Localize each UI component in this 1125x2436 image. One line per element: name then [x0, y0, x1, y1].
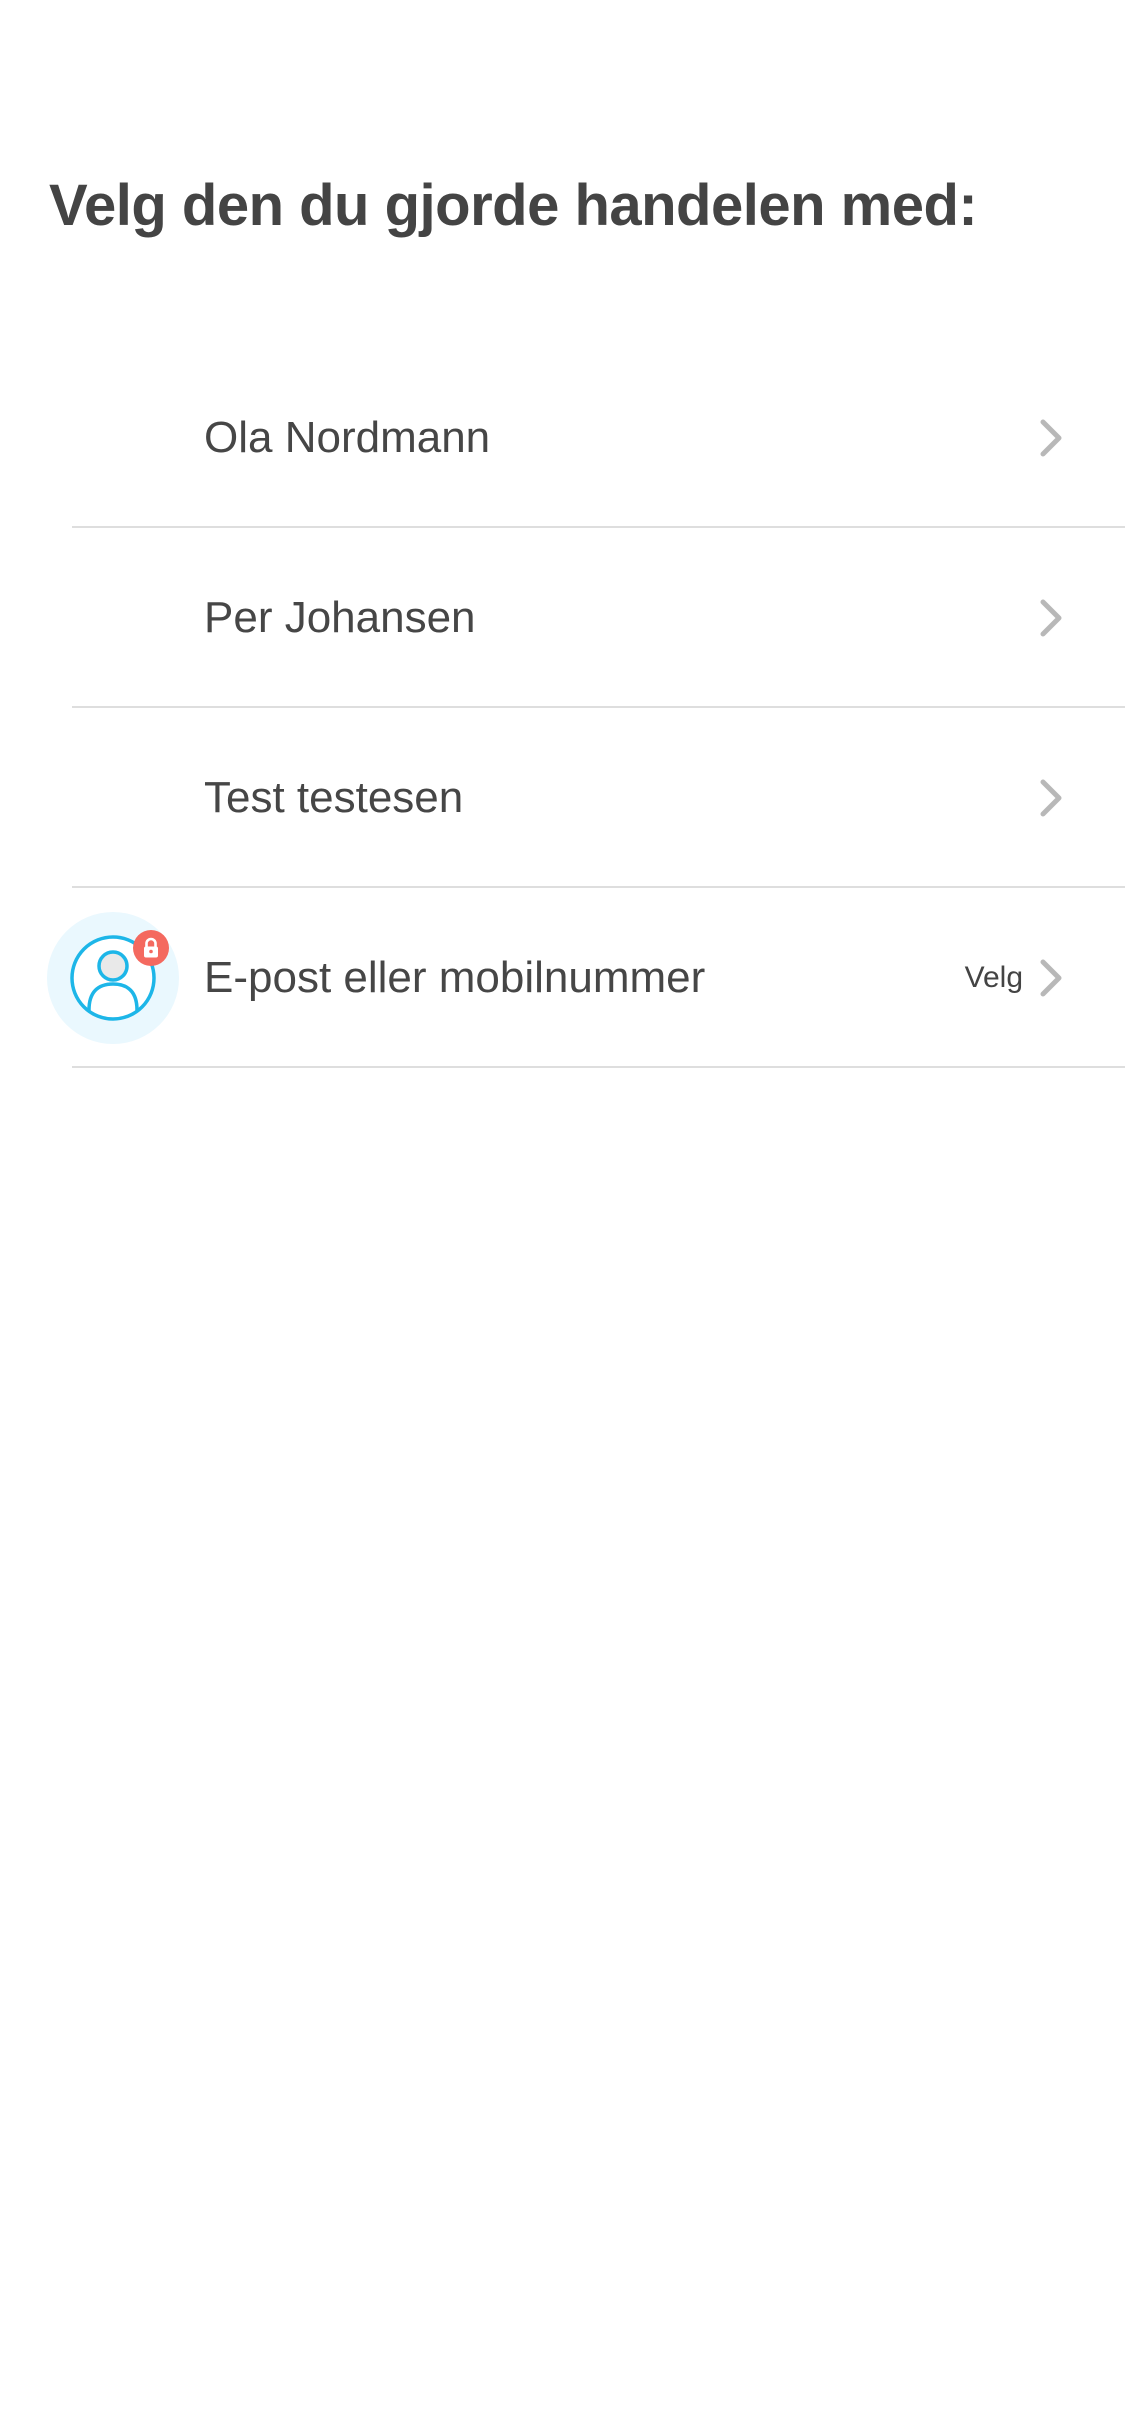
contact-row-email-or-phone[interactable]: E-post eller mobilnummer Velg — [0, 888, 1125, 1068]
chevron-right-icon — [1031, 598, 1071, 638]
page-title: Velg den du gjorde handelen med: — [49, 173, 978, 238]
contact-name: Per Johansen — [204, 593, 476, 642]
email-or-phone-label: E-post eller mobilnummer — [204, 953, 706, 1002]
contact-row-test-testesen[interactable]: Test testesen — [0, 708, 1125, 888]
contact-name: Ola Nordmann — [204, 413, 491, 462]
chevron-right-icon — [1031, 778, 1071, 818]
contact-list: Ola Nordmann Per Johansen Test testesen — [0, 348, 1125, 1068]
contact-row-per-johansen[interactable]: Per Johansen — [0, 528, 1125, 708]
select-label: Velg — [964, 961, 1023, 994]
user-icon — [47, 912, 179, 1044]
contact-name: Test testesen — [204, 773, 464, 822]
contact-row-ola-nordmann[interactable]: Ola Nordmann — [0, 348, 1125, 528]
chevron-right-icon — [1031, 958, 1071, 998]
chevron-right-icon — [1031, 418, 1071, 458]
lock-icon — [133, 930, 169, 966]
